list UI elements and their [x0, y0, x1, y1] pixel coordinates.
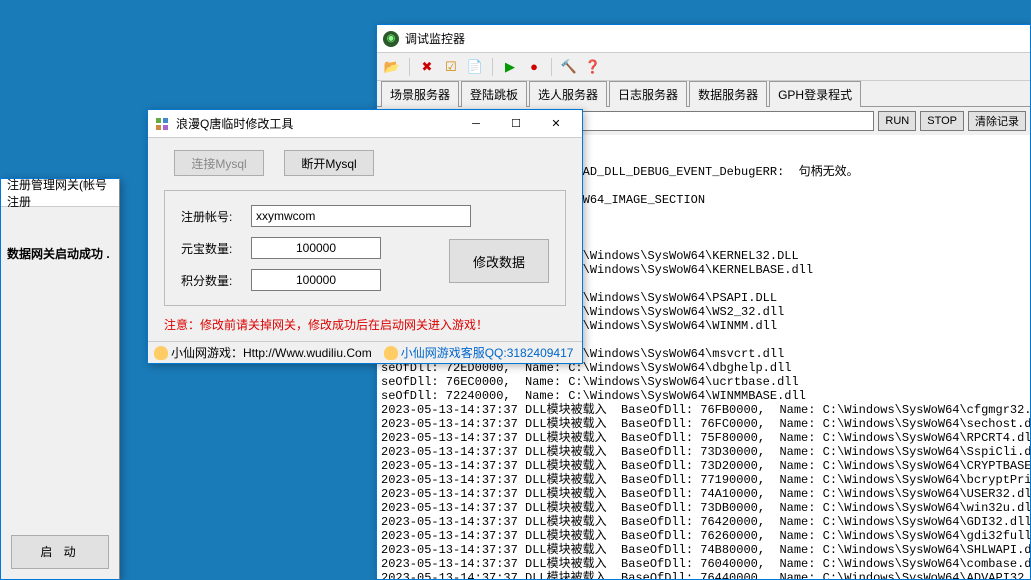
- window-title: 注册管理网关(帐号注册: [7, 176, 113, 210]
- tab-scene-server[interactable]: 场景服务器: [381, 81, 459, 107]
- status-qq: 小仙网游戏客服QQ:3182409417: [401, 344, 574, 361]
- status-website: 小仙网游戏：Http://Www.wudiliu.Com: [171, 344, 372, 361]
- jifen-label: 积分数量:: [181, 272, 251, 289]
- account-input[interactable]: [251, 205, 471, 227]
- modify-data-button[interactable]: 修改数据: [449, 239, 549, 283]
- record-icon[interactable]: ●: [525, 58, 543, 76]
- connect-mysql-button[interactable]: 连接Mysql: [174, 150, 264, 176]
- status-left: 小仙网游戏：Http://Www.wudiliu.Com: [148, 344, 378, 361]
- clear-log-button[interactable]: 清除记录: [968, 111, 1026, 131]
- help-icon[interactable]: ❓: [584, 58, 602, 76]
- stop-button[interactable]: STOP: [920, 111, 964, 131]
- disconnect-mysql-button[interactable]: 断开Mysql: [284, 150, 374, 176]
- tab-select-server[interactable]: 选人服务器: [529, 81, 607, 107]
- status-right: 小仙网游戏客服QQ:3182409417: [378, 344, 580, 361]
- build-icon[interactable]: 🔨: [560, 58, 578, 76]
- titlebar[interactable]: 浪漫Q唐临时修改工具 ─ ☐ ✕: [148, 110, 582, 138]
- app-icon: ◉: [383, 31, 399, 47]
- note-icon[interactable]: 📄: [466, 58, 484, 76]
- start-button[interactable]: 启 动: [11, 535, 109, 569]
- register-gateway-window: 注册管理网关(帐号注册 数据网关启动成功 . 启 动: [0, 178, 120, 580]
- tab-data-server[interactable]: 数据服务器: [689, 81, 767, 107]
- titlebar[interactable]: 注册管理网关(帐号注册: [1, 179, 119, 207]
- person-icon: [384, 346, 398, 360]
- minimize-button[interactable]: ─: [456, 112, 496, 136]
- toolbar: 📂 ✖ ☑ 📄 ▶ ● 🔨 ❓: [377, 53, 1030, 81]
- person-icon: [154, 346, 168, 360]
- open-icon[interactable]: 📂: [383, 58, 401, 76]
- window-body: 数据网关启动成功 . 启 动: [1, 207, 119, 579]
- tab-gph-login[interactable]: GPH登录程式: [769, 81, 861, 107]
- close-button[interactable]: ✕: [536, 112, 576, 136]
- window-title: 调试监控器: [405, 30, 1024, 47]
- dialog-body: 连接Mysql 断开Mysql 注册帐号: 元宝数量: 积分数量: 修改数据 注…: [148, 138, 582, 345]
- dialog-title: 浪漫Q唐临时修改工具: [176, 115, 456, 132]
- status-bar: 小仙网游戏：Http://Www.wudiliu.Com 小仙网游戏客服QQ:3…: [148, 341, 582, 363]
- titlebar[interactable]: ◉ 调试监控器: [377, 25, 1030, 53]
- jifen-input[interactable]: [251, 269, 381, 291]
- tab-bar: 场景服务器 登陆跳板 选人服务器 日志服务器 数据服务器 GPH登录程式: [377, 81, 1030, 107]
- app-icon: [154, 116, 170, 132]
- status-text: 数据网关启动成功 .: [7, 245, 113, 262]
- tab-login-jump[interactable]: 登陆跳板: [461, 81, 527, 107]
- account-label: 注册帐号:: [181, 208, 251, 225]
- maximize-button[interactable]: ☐: [496, 112, 536, 136]
- form-group: 注册帐号: 元宝数量: 积分数量: 修改数据: [164, 190, 566, 306]
- modify-tool-dialog: 浪漫Q唐临时修改工具 ─ ☐ ✕ 连接Mysql 断开Mysql 注册帐号: 元…: [147, 109, 583, 364]
- delete-icon[interactable]: ✖: [418, 58, 436, 76]
- tab-log-server[interactable]: 日志服务器: [609, 81, 687, 107]
- yuanbao-input[interactable]: [251, 237, 381, 259]
- yuanbao-label: 元宝数量:: [181, 240, 251, 257]
- play-icon[interactable]: ▶: [501, 58, 519, 76]
- edit-icon[interactable]: ☑: [442, 58, 460, 76]
- run-button[interactable]: RUN: [878, 111, 916, 131]
- warning-text: 注意：修改前请关掉网关，修改成功后在启动网关进入游戏！: [164, 316, 566, 333]
